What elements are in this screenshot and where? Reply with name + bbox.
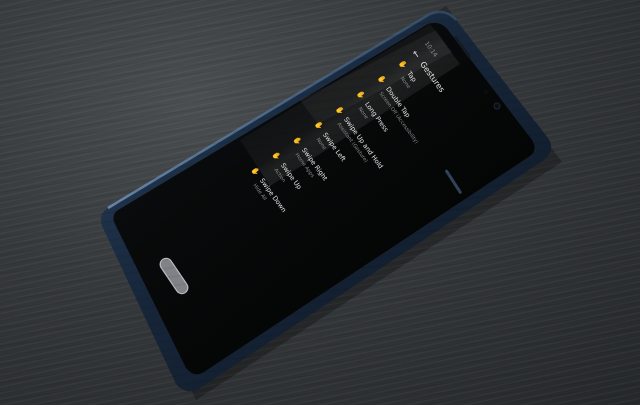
photo-scene: 10:14 ← Gestures ✋ Tap None ✋ Double Tap… — [0, 0, 640, 405]
phone-photo: 10:14 ← Gestures ✋ Tap None ✋ Double Tap… — [100, 6, 562, 400]
sensor-icon — [484, 90, 488, 94]
front-camera-icon — [493, 102, 501, 110]
